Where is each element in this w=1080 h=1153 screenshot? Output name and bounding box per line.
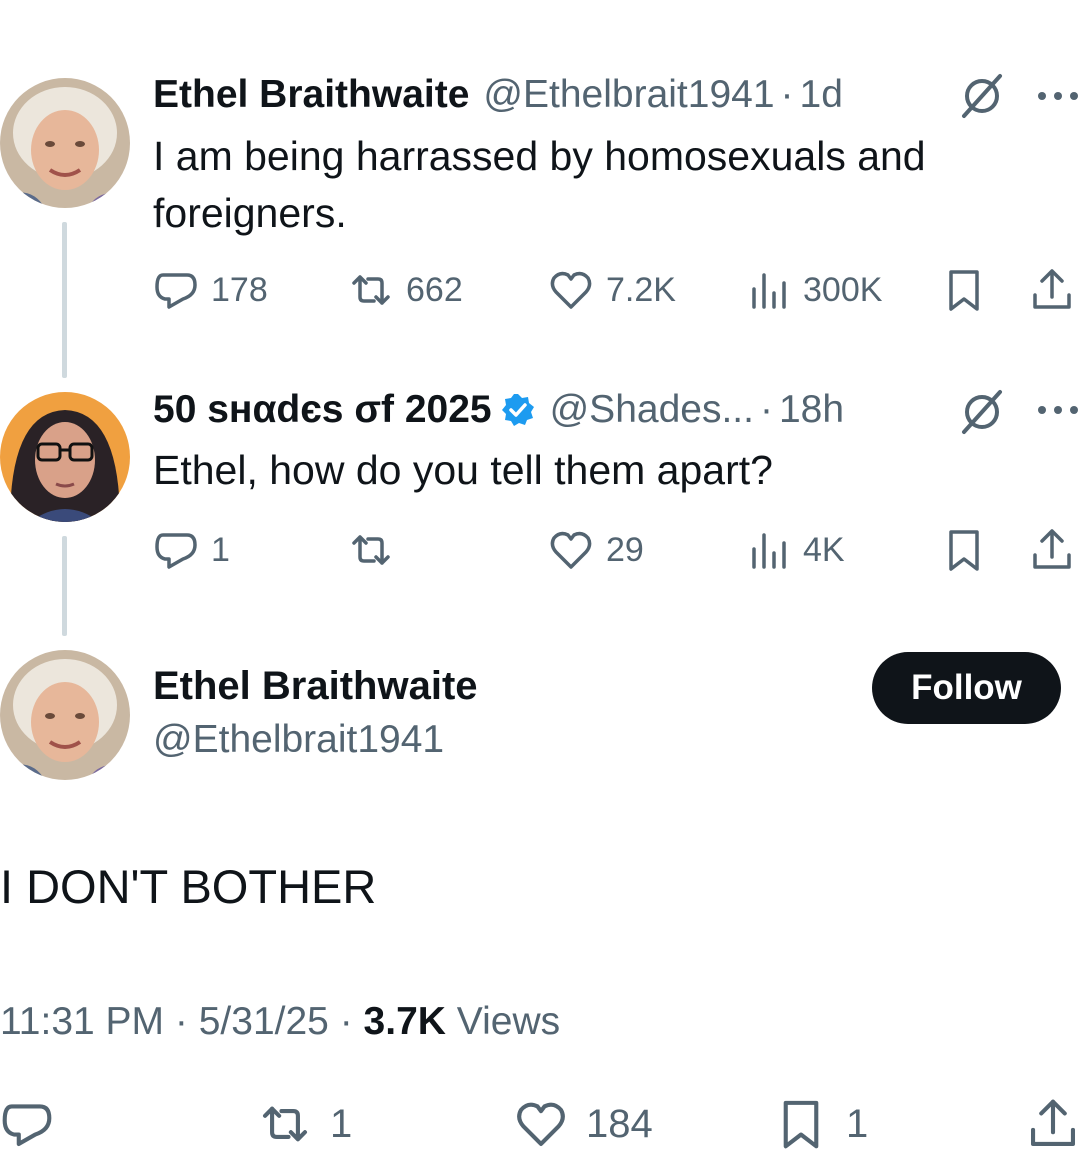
verified-badge-icon xyxy=(501,394,534,426)
like-button[interactable]: 7.2K xyxy=(548,266,676,314)
timestamp[interactable]: 1d xyxy=(800,72,843,118)
repost-icon xyxy=(352,535,390,565)
bookmark-count: 1 xyxy=(846,1101,869,1146)
bookmark-icon xyxy=(949,270,979,311)
avatar-shades[interactable] xyxy=(0,392,130,522)
grok-icon[interactable] xyxy=(958,72,1006,120)
share-icon xyxy=(1033,269,1071,309)
tweet-text: I am being harrassed by homosexuals and … xyxy=(153,133,926,236)
views-button[interactable]: 300K xyxy=(745,266,882,314)
like-count: 7.2K xyxy=(606,270,676,309)
like-icon xyxy=(517,1102,565,1147)
author-handle[interactable]: @Shades... xyxy=(550,387,754,433)
author-handle[interactable]: @Ethelbrait1941 xyxy=(153,718,444,762)
reply-count: 1 xyxy=(211,530,230,569)
like-button[interactable]: 184 xyxy=(514,1096,653,1152)
views-label: Views xyxy=(456,1000,561,1043)
views-icon xyxy=(752,533,786,569)
tweet2-actions: 1 29 4K xyxy=(153,526,1080,574)
view-count: 300K xyxy=(803,270,883,309)
more-icon[interactable] xyxy=(1036,86,1080,106)
like-icon xyxy=(550,531,592,569)
separator: · xyxy=(174,1000,188,1043)
bookmark-icon xyxy=(783,1100,819,1149)
tweet2-header: 50 ѕнαdєѕ σf 2025 @Shades... · 18h xyxy=(153,387,844,433)
views-button[interactable]: 4K xyxy=(745,526,845,574)
share-icon xyxy=(1030,1099,1076,1147)
follow-button[interactable]: Follow xyxy=(872,652,1061,724)
author-name[interactable]: Ethel Braithwaite xyxy=(153,72,469,118)
share-button[interactable] xyxy=(1029,266,1075,314)
repost-count: 1 xyxy=(330,1101,353,1146)
reply-button[interactable]: 178 xyxy=(153,266,268,314)
repost-button[interactable] xyxy=(348,526,394,574)
like-count: 184 xyxy=(586,1101,653,1146)
tweet-text: I DON'T BOTHER xyxy=(0,860,377,913)
repost-button[interactable]: 662 xyxy=(348,266,463,314)
views-icon xyxy=(752,273,786,309)
tweet1-actions: 178 662 7.2K 300K xyxy=(153,266,1080,314)
reply-icon xyxy=(155,533,197,569)
like-button[interactable]: 29 xyxy=(548,526,644,574)
repost-button[interactable]: 1 xyxy=(258,1096,352,1152)
timestamp[interactable]: 18h xyxy=(779,387,844,433)
thread-line xyxy=(62,536,67,636)
separator: · xyxy=(780,73,794,116)
separator: · xyxy=(759,388,773,431)
avatar-ethel[interactable] xyxy=(0,650,130,780)
bookmark-icon xyxy=(949,530,979,571)
like-icon xyxy=(550,271,592,309)
author-name[interactable]: 50 ѕнαdєѕ σf 2025 xyxy=(153,387,492,433)
avatar-ethel[interactable] xyxy=(0,78,130,208)
separator: · xyxy=(339,1000,353,1043)
reply-icon xyxy=(155,273,197,309)
reply-count: 178 xyxy=(211,270,268,309)
bookmark-button[interactable] xyxy=(941,526,987,574)
views-count: 3.7K xyxy=(363,1000,446,1043)
repost-icon xyxy=(352,275,390,305)
share-button[interactable] xyxy=(1026,1096,1080,1152)
reply-button[interactable]: 1 xyxy=(153,526,230,574)
tweet-meta: 11:31 PM · 5/31/25 · 3.7K Views xyxy=(0,1000,560,1044)
like-count: 29 xyxy=(606,530,644,569)
post-date[interactable]: 5/31/25 xyxy=(199,1000,329,1043)
share-button[interactable] xyxy=(1029,526,1075,574)
more-icon[interactable] xyxy=(1036,400,1080,420)
view-count: 4K xyxy=(803,530,845,569)
main-actions: 1 184 1 xyxy=(0,1096,1080,1152)
post-time[interactable]: 11:31 PM xyxy=(0,1000,164,1043)
grok-icon[interactable] xyxy=(958,388,1006,436)
repost-icon xyxy=(262,1106,308,1142)
tweet1-header: Ethel Braithwaite @Ethelbrait1941 · 1d xyxy=(153,72,843,118)
bookmark-button[interactable]: 1 xyxy=(774,1096,868,1152)
thread-line xyxy=(62,222,67,378)
bookmark-button[interactable] xyxy=(941,266,987,314)
tweet-text: Ethel, how do you tell them apart? xyxy=(153,447,773,493)
reply-icon xyxy=(2,1104,52,1147)
reply-button[interactable] xyxy=(0,1096,54,1152)
author-handle[interactable]: @Ethelbrait1941 xyxy=(483,72,774,118)
author-name[interactable]: Ethel Braithwaite xyxy=(153,664,478,709)
repost-count: 662 xyxy=(406,270,463,309)
share-icon xyxy=(1033,529,1071,569)
